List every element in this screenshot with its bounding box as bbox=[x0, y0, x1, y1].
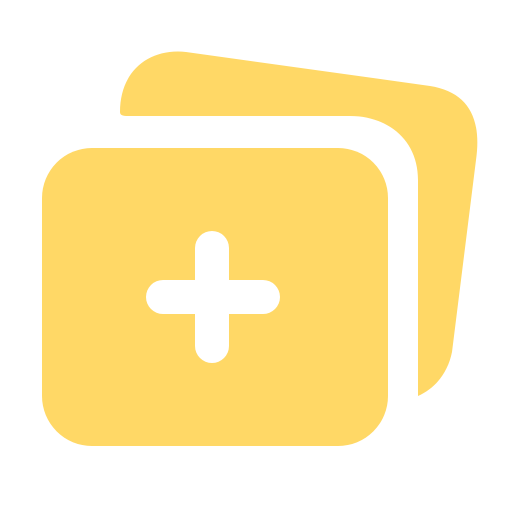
icon-canvas bbox=[0, 0, 512, 512]
add-card-icon bbox=[42, 51, 478, 446]
plus-horizontal-bar bbox=[146, 280, 280, 314]
